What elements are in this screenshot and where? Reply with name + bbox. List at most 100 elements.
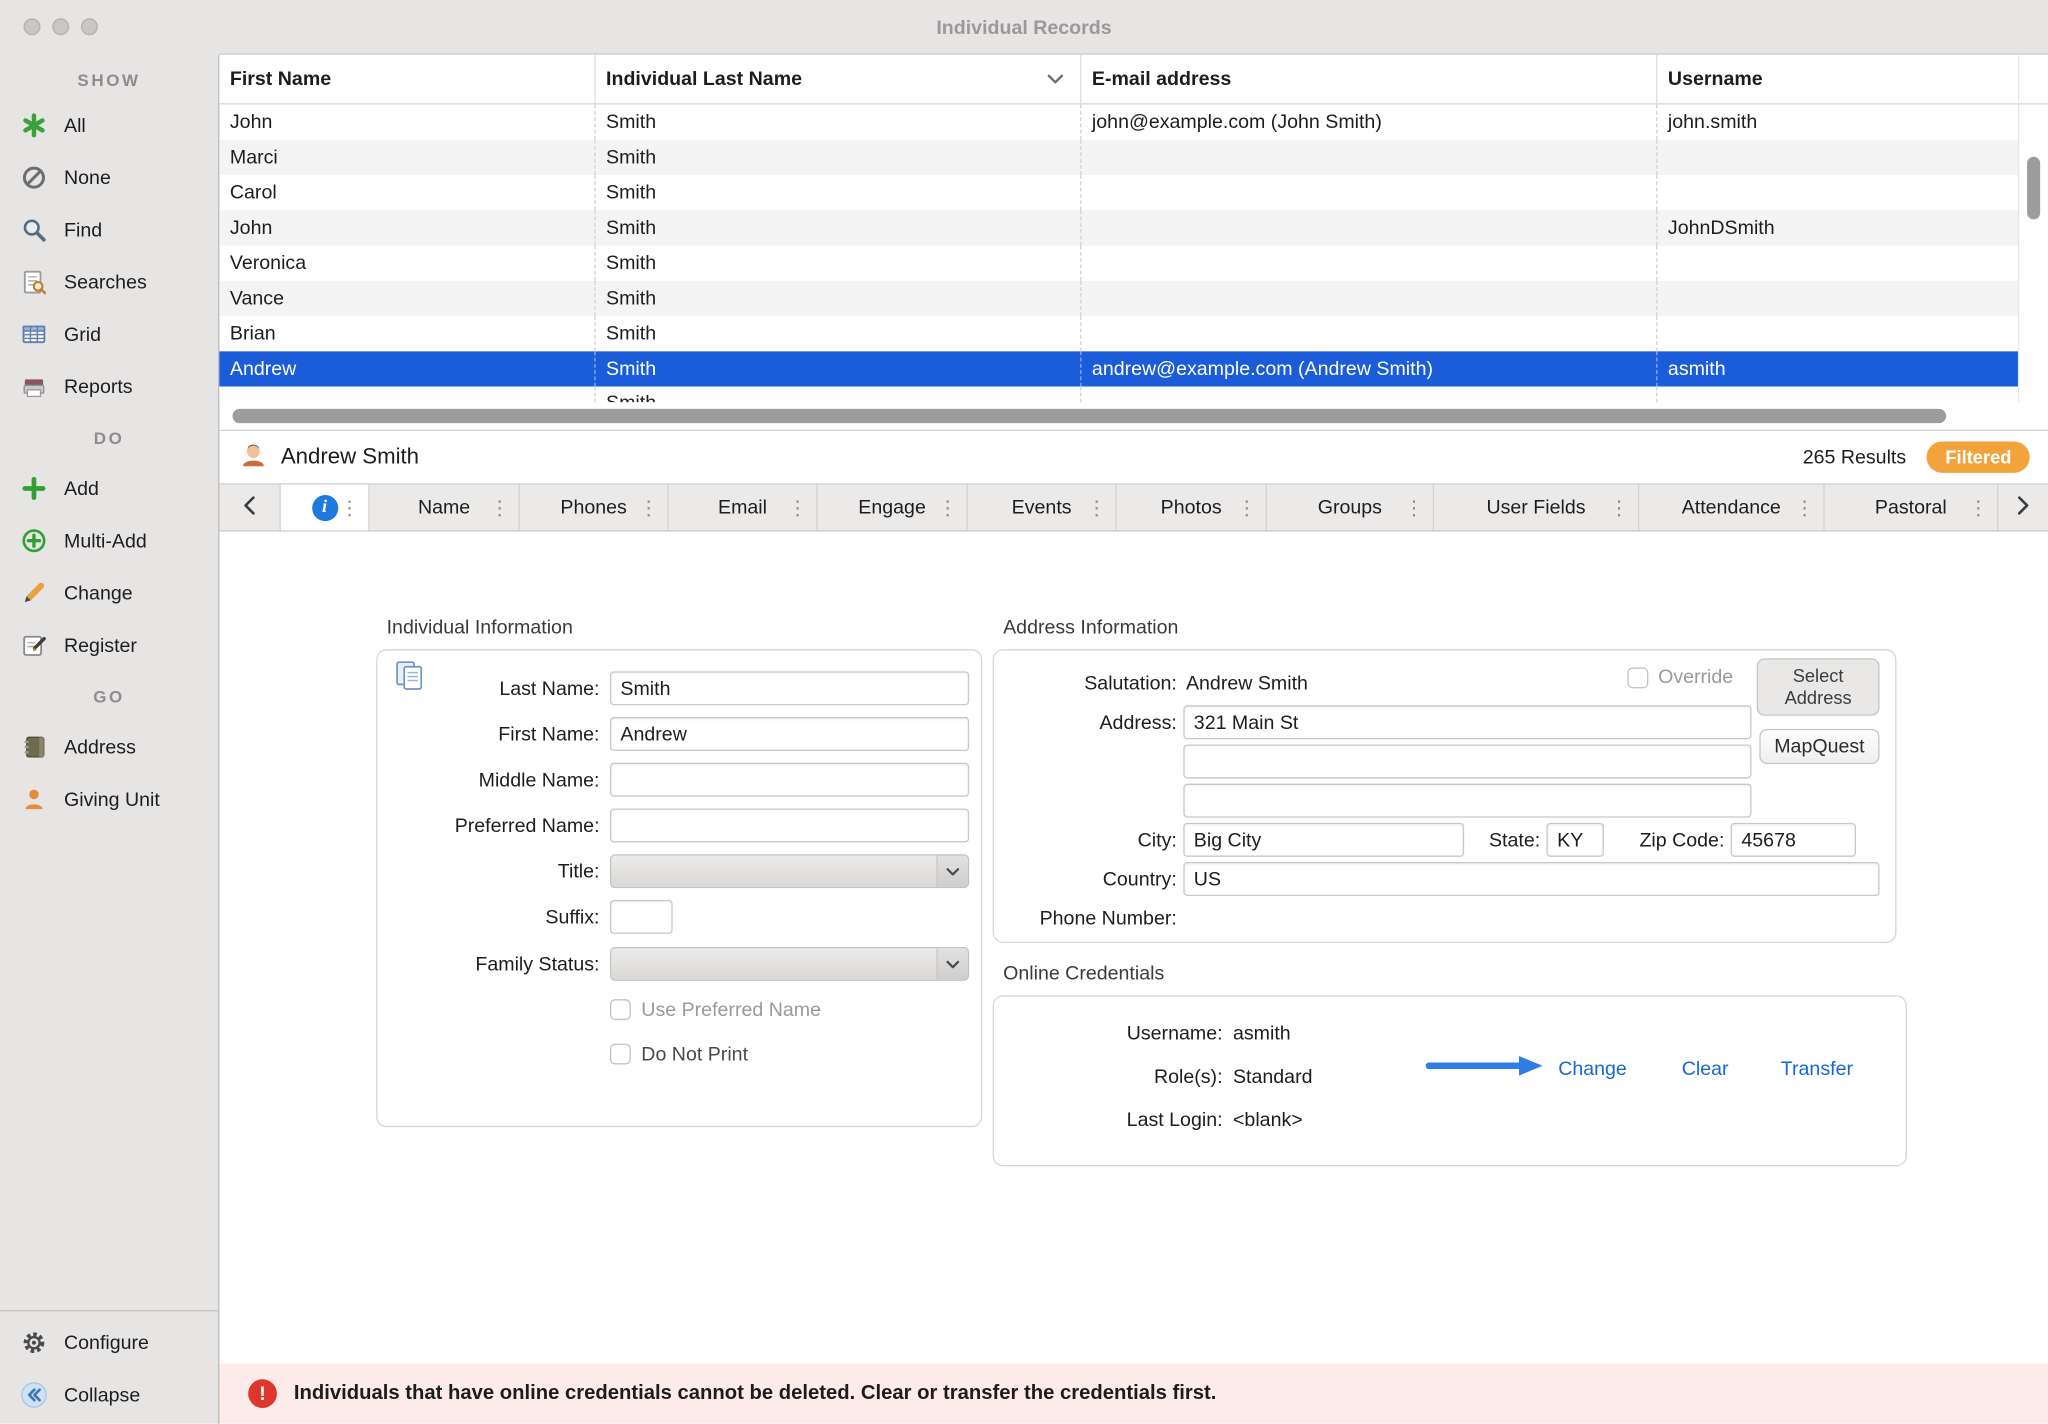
change-credentials-link[interactable]: Change <box>1558 1057 1627 1079</box>
family-status-dropdown[interactable] <box>610 947 969 981</box>
suffix-input[interactable] <box>610 900 673 934</box>
column-label: E-mail address <box>1092 68 1231 90</box>
grid-icon <box>18 319 49 350</box>
column-header-first-name[interactable]: First Name <box>219 55 594 103</box>
sidebar-item-add[interactable]: Add <box>0 462 218 514</box>
copy-icon[interactable] <box>393 658 428 700</box>
middle-name-input[interactable] <box>610 763 969 797</box>
mapquest-button[interactable]: MapQuest <box>1759 729 1879 764</box>
sidebar-footer: Configure Collapse <box>0 1310 218 1424</box>
cell-username <box>1656 281 2018 316</box>
cell-last-name: Smith <box>594 387 1080 403</box>
tab-groups[interactable]: Groups⋮ <box>1267 485 1434 531</box>
roles-label: Role(s): <box>994 1065 1223 1087</box>
sidebar-item-none[interactable]: None <box>0 152 218 204</box>
sidebar-item-register[interactable]: Register <box>0 619 218 671</box>
city-input[interactable] <box>1183 823 1464 857</box>
pencil-icon <box>18 577 49 608</box>
table-row[interactable]: Carol Smith <box>219 175 2018 210</box>
dots-icon[interactable]: ⋮ <box>938 496 958 520</box>
dots-icon[interactable]: ⋮ <box>1404 496 1424 520</box>
dots-icon[interactable]: ⋮ <box>1087 496 1107 520</box>
title-dropdown[interactable] <box>610 854 969 888</box>
dots-icon[interactable]: ⋮ <box>340 496 360 520</box>
preferred-name-input[interactable] <box>610 808 969 842</box>
cell-first-name: John <box>219 104 594 139</box>
table-row[interactable]: John Smith john@example.com (John Smith)… <box>219 104 2018 139</box>
dots-icon[interactable]: ⋮ <box>788 496 808 520</box>
tab-name[interactable]: Name ⋮ <box>370 485 520 531</box>
tab-photos[interactable]: Photos⋮ <box>1117 485 1267 531</box>
address-line3-input[interactable] <box>1183 784 1751 818</box>
table-row[interactable]: Veronica Smith <box>219 246 2018 281</box>
cell-last-name: Smith <box>594 175 1080 210</box>
sidebar-item-reports[interactable]: Reports <box>0 360 218 412</box>
sidebar-item-grid[interactable]: Grid <box>0 308 218 360</box>
address-line1-input[interactable] <box>1183 705 1751 739</box>
sidebar-item-configure[interactable]: Configure <box>0 1317 218 1369</box>
clear-credentials-link[interactable]: Clear <box>1682 1057 1729 1079</box>
tab-attendance[interactable]: Attendance⋮ <box>1639 485 1824 531</box>
cell-username <box>1656 316 2018 351</box>
sidebar-item-collapse[interactable]: Collapse <box>0 1369 218 1421</box>
dots-icon[interactable]: ⋮ <box>1609 496 1629 520</box>
close-window-button[interactable] <box>24 18 41 35</box>
cell-email <box>1080 316 1656 351</box>
use-preferred-name-checkbox[interactable] <box>610 999 631 1020</box>
tab-info[interactable]: i⋮ <box>281 485 370 531</box>
tab-phones[interactable]: Phones⋮ <box>520 485 669 531</box>
table-row[interactable]: Vance Smith <box>219 281 2018 316</box>
tabs-scroll-left-button[interactable] <box>219 485 280 531</box>
address-line2-input[interactable] <box>1183 744 1751 778</box>
filtered-badge[interactable]: Filtered <box>1927 441 2030 472</box>
sidebar-item-find[interactable]: Find <box>0 204 218 256</box>
tab-label: Name <box>418 496 470 518</box>
dots-icon[interactable]: ⋮ <box>1795 496 1815 520</box>
sidebar-item-label: Collapse <box>64 1384 140 1406</box>
cell-first-name: Andrew <box>219 351 594 386</box>
warning-icon: ! <box>248 1379 277 1408</box>
sidebar-item-change[interactable]: Change <box>0 567 218 619</box>
table-row-partial[interactable]: Smith <box>219 387 2018 403</box>
cell-first-name: Marci <box>219 140 594 175</box>
dots-icon[interactable]: ⋮ <box>1968 496 1988 520</box>
sidebar-item-multi-add[interactable]: Multi-Add <box>0 515 218 567</box>
column-header-last-name[interactable]: Individual Last Name <box>594 55 1080 103</box>
horizontal-scrollbar[interactable] <box>232 409 1946 423</box>
salutation-label: Salutation: <box>994 672 1177 694</box>
minimize-window-button[interactable] <box>52 18 69 35</box>
override-checkbox[interactable] <box>1628 667 1649 688</box>
table-row[interactable]: John Smith JohnDSmith <box>219 210 2018 245</box>
tabs-scroll-right-button[interactable] <box>1998 485 2048 531</box>
tab-email[interactable]: Email⋮ <box>669 485 818 531</box>
country-input[interactable] <box>1183 862 1879 896</box>
first-name-input[interactable] <box>610 717 969 751</box>
cell-last-name: Smith <box>594 316 1080 351</box>
zoom-window-button[interactable] <box>81 18 98 35</box>
sidebar-item-address[interactable]: Address <box>0 721 218 773</box>
slash-circle-icon <box>18 162 49 193</box>
state-input[interactable] <box>1547 823 1604 857</box>
tab-engage[interactable]: Engage⋮ <box>818 485 968 531</box>
sidebar-section-do: DO <box>0 413 218 463</box>
transfer-credentials-link[interactable]: Transfer <box>1781 1057 1853 1079</box>
tab-pastoral[interactable]: Pastoral⋮ <box>1825 485 1999 531</box>
tab-events[interactable]: Events⋮ <box>968 485 1117 531</box>
table-row-selected[interactable]: Andrew Smith andrew@example.com (Andrew … <box>219 351 2018 386</box>
last-name-input[interactable] <box>610 671 969 705</box>
zip-input[interactable] <box>1731 823 1856 857</box>
tab-user-fields[interactable]: User Fields⋮ <box>1434 485 1639 531</box>
vertical-scrollbar[interactable] <box>2027 157 2040 220</box>
dots-icon[interactable]: ⋮ <box>1237 496 1257 520</box>
select-address-button[interactable]: Select Address <box>1757 658 1880 715</box>
table-row[interactable]: Brian Smith <box>219 316 2018 351</box>
table-row[interactable]: Marci Smith <box>219 140 2018 175</box>
dots-icon[interactable]: ⋮ <box>639 496 659 520</box>
dots-icon[interactable]: ⋮ <box>490 496 510 520</box>
column-header-email[interactable]: E-mail address <box>1080 55 1656 103</box>
column-header-username[interactable]: Username <box>1656 55 2018 103</box>
sidebar-item-searches[interactable]: Searches <box>0 256 218 308</box>
do-not-print-checkbox[interactable] <box>610 1044 631 1065</box>
sidebar-item-all[interactable]: All <box>0 99 218 151</box>
sidebar-item-giving-unit[interactable]: Giving Unit <box>0 773 218 825</box>
